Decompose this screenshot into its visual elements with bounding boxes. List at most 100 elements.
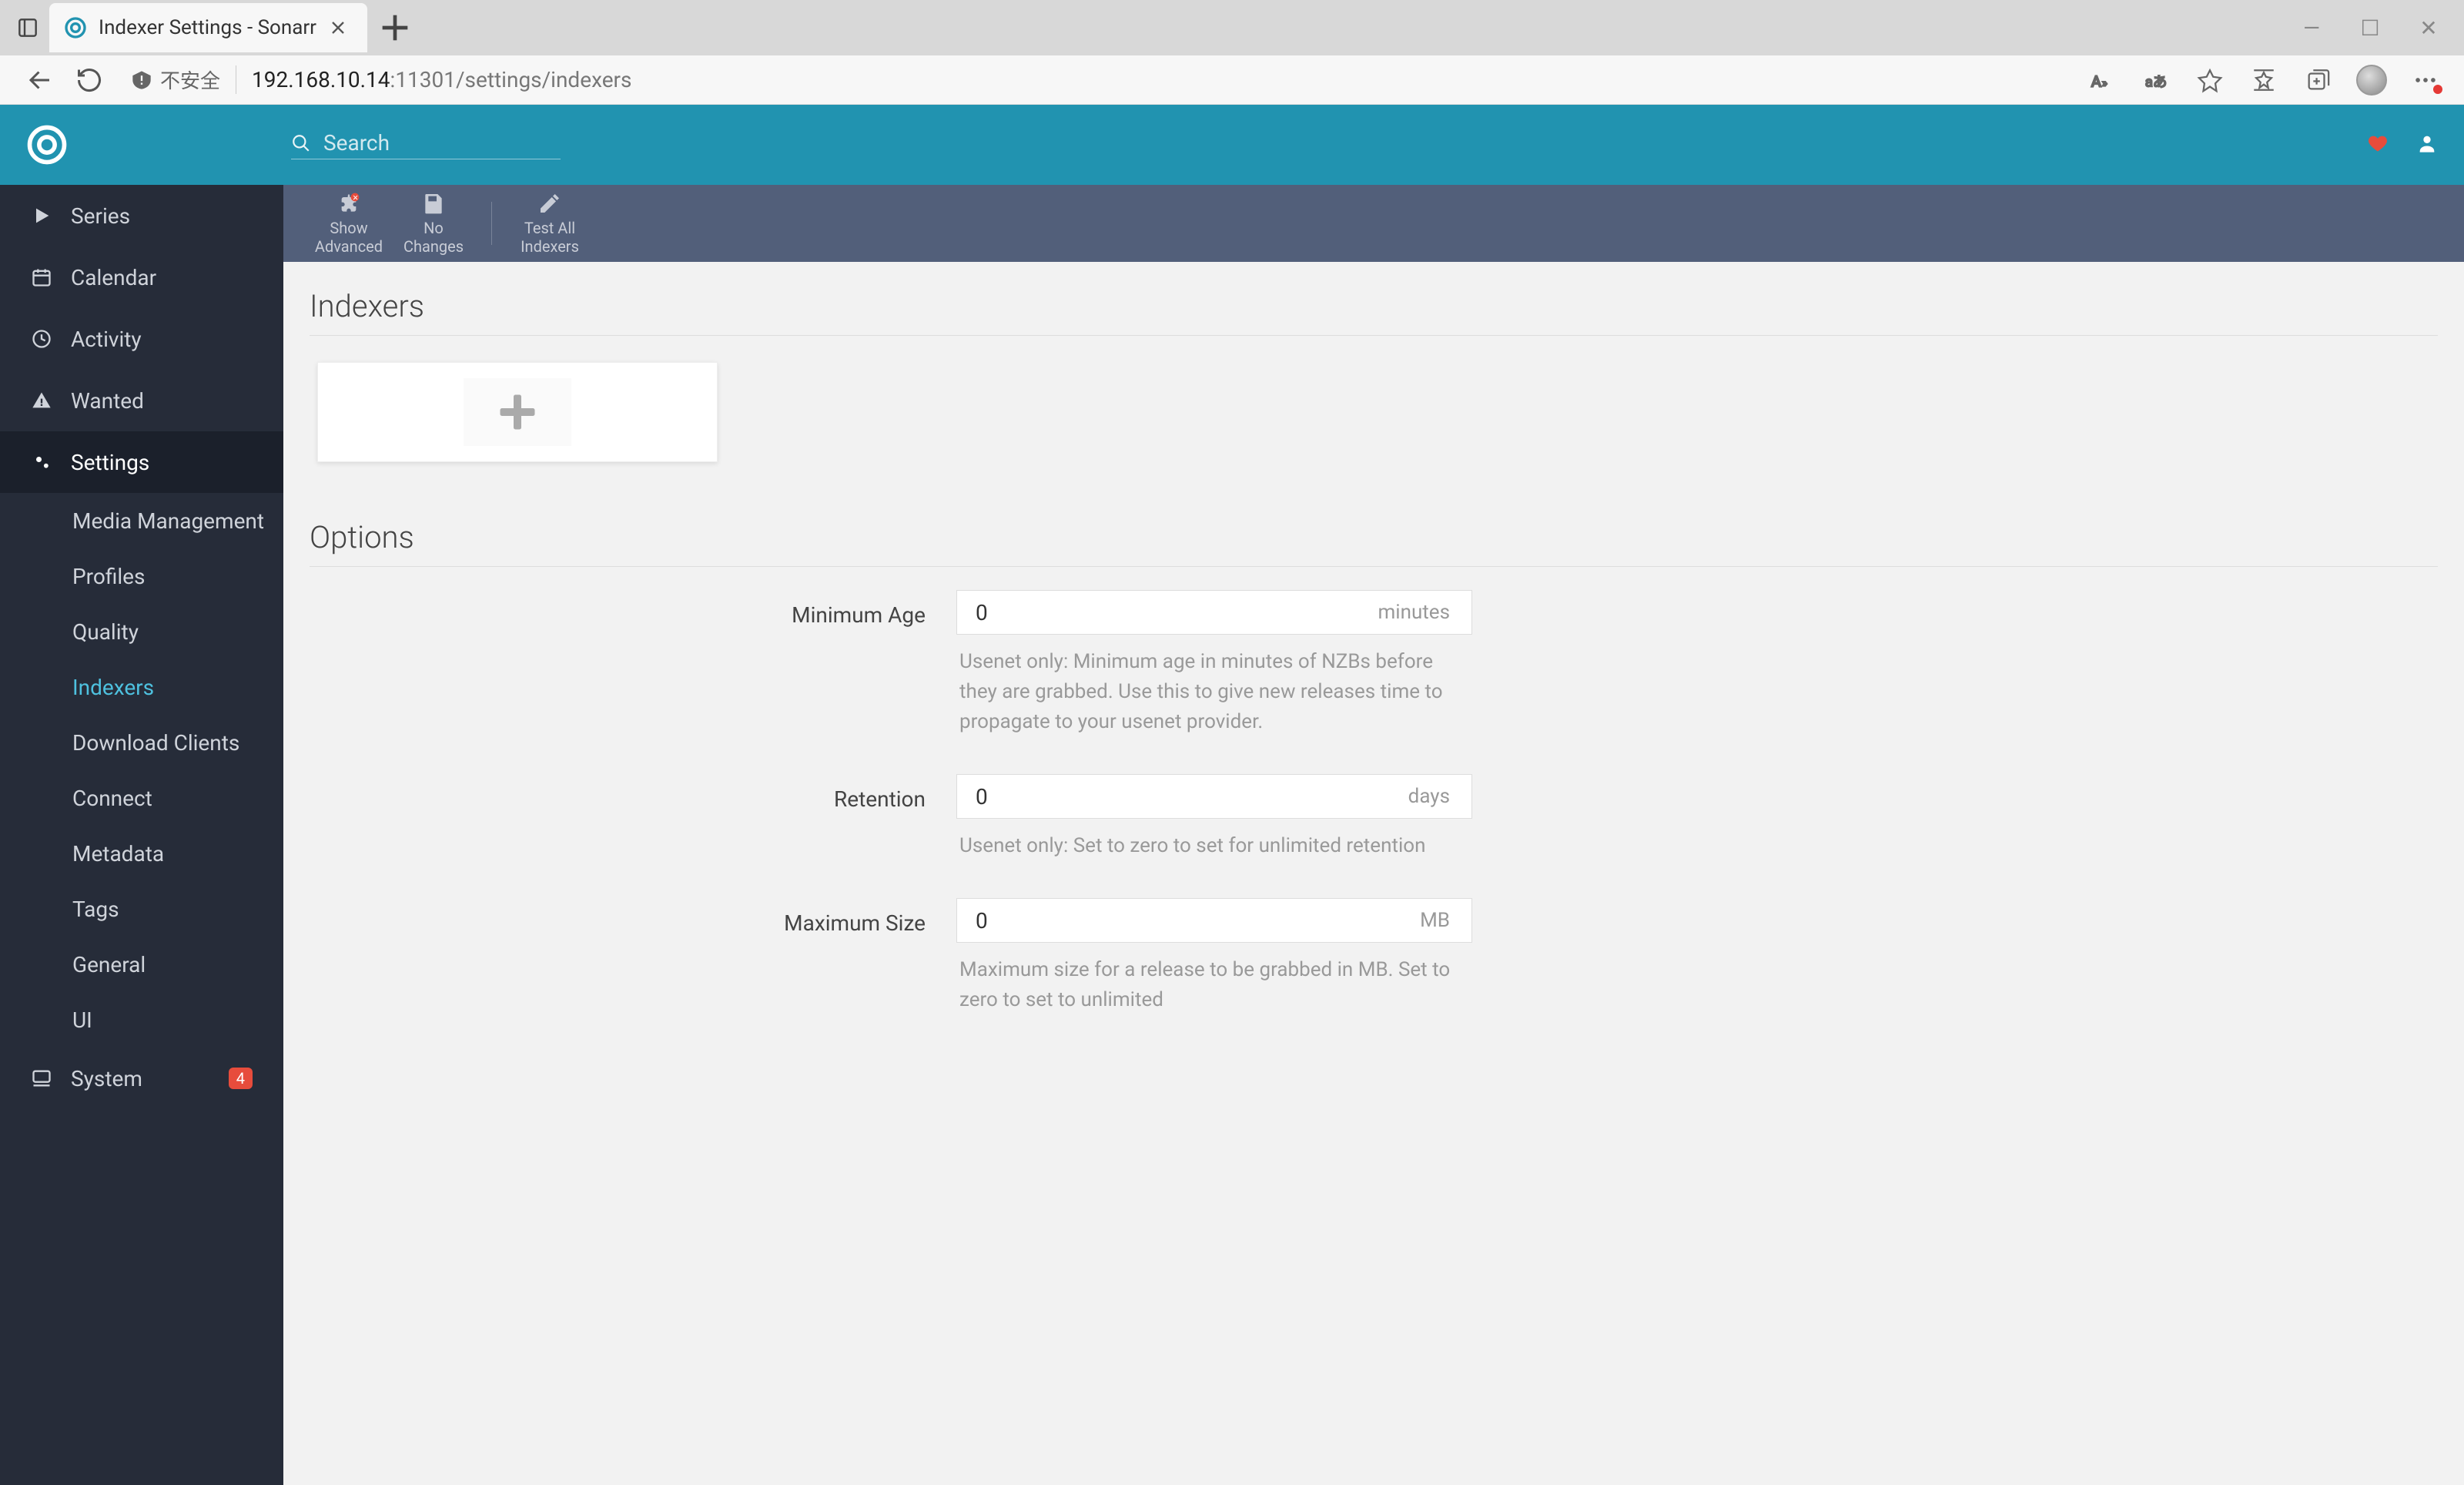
tool-label-l2: Indexers [521, 237, 579, 256]
pencil-icon [537, 191, 562, 216]
retention-input[interactable] [957, 775, 1387, 818]
content: ✕ Show Advanced No Changes Test All Inde… [283, 185, 2464, 1485]
sidebar-label: System [71, 1066, 142, 1091]
sidebar-sub-ui[interactable]: UI [0, 992, 283, 1048]
new-tab-button[interactable] [373, 6, 417, 49]
puzzle-icon: ✕ [336, 191, 361, 216]
unit-minutes: minutes [1356, 591, 1471, 634]
system-badge: 4 [229, 1068, 253, 1089]
header-right [2367, 132, 2438, 157]
sidebar-sub-tags[interactable]: Tags [0, 881, 283, 937]
search-wrap[interactable] [291, 130, 561, 159]
sidebar-sub-metadata[interactable]: Metadata [0, 826, 283, 881]
sidebar-label: Settings [71, 450, 149, 475]
monitor-icon [31, 1068, 52, 1089]
label-retention: Retention [310, 774, 956, 812]
collections-icon[interactable] [2302, 65, 2333, 96]
url-path: :11301/settings/indexers [390, 67, 632, 92]
close-window-button[interactable]: ✕ [2415, 15, 2442, 41]
sidebar-label: Wanted [71, 388, 144, 414]
menu-button[interactable] [2410, 65, 2441, 96]
sidebar-sub-media[interactable]: Media Management [0, 493, 283, 548]
browser-tab[interactable]: Indexer Settings - Sonarr [49, 3, 367, 52]
svg-text:aあ: aあ [2145, 74, 2167, 90]
maximum-size-input[interactable] [957, 899, 1398, 942]
sidebar-item-series[interactable]: Series [0, 185, 283, 246]
options-form: Minimum Age minutes Usenet only: Minimum… [310, 567, 2438, 1075]
sidebar-item-activity[interactable]: Activity [0, 308, 283, 370]
indexer-cards [310, 336, 2438, 501]
unit-days: days [1387, 775, 1471, 818]
row-maximum-size: Maximum Size MB Maximum size for a relea… [310, 898, 2438, 1038]
sidebar-sub-quality[interactable]: Quality [0, 604, 283, 659]
back-button[interactable] [15, 62, 65, 99]
donate-icon[interactable] [2367, 132, 2389, 157]
warning-icon [31, 390, 52, 411]
security-label: 不安全 [160, 65, 220, 94]
input-wrap-retention: days [956, 774, 1472, 819]
tab-actions-button[interactable] [6, 6, 49, 49]
address-bar: 不安全 192.168.10.14:11301/settings/indexer… [0, 55, 2464, 105]
tab-title: Indexer Settings - Sonarr [99, 16, 316, 39]
user-icon[interactable] [2416, 132, 2438, 157]
tool-label-l1: Test All [524, 219, 575, 237]
save-changes-button[interactable]: No Changes [391, 191, 476, 256]
test-all-button[interactable]: Test All Indexers [507, 191, 592, 256]
tool-label-l1: No [424, 219, 444, 237]
close-tab-button[interactable] [327, 17, 349, 39]
sonarr-favicon [63, 15, 88, 40]
search-icon [291, 133, 311, 153]
input-wrap-maximum-size: MB [956, 898, 1472, 943]
show-advanced-button[interactable]: ✕ Show Advanced [306, 191, 391, 256]
sidebar: Series Calendar Activity Wanted Settings… [0, 185, 283, 1485]
sidebar-item-calendar[interactable]: Calendar [0, 246, 283, 308]
svg-text:A: A [2091, 72, 2101, 90]
search-input[interactable] [323, 130, 539, 156]
label-maximum-size: Maximum Size [310, 898, 956, 936]
play-icon [31, 205, 52, 226]
add-indexer-card[interactable] [317, 362, 718, 462]
tool-label-l2: Advanced [315, 237, 383, 256]
sidebar-item-settings[interactable]: Settings [0, 431, 283, 493]
save-icon [421, 191, 446, 216]
minimum-age-input[interactable] [957, 591, 1356, 634]
add-inner [464, 378, 571, 446]
site-security[interactable]: 不安全 [123, 65, 236, 94]
label-minimum-age: Minimum Age [310, 590, 956, 628]
help-minimum-age: Usenet only: Minimum age in minutes of N… [956, 635, 1472, 760]
refresh-button[interactable] [65, 62, 114, 99]
sidebar-label: Series [71, 203, 130, 229]
unit-mb: MB [1398, 899, 1471, 942]
input-wrap-minimum-age: minutes [956, 590, 1472, 635]
sidebar-sub-indexers[interactable]: Indexers [0, 659, 283, 715]
favorite-icon[interactable] [2194, 65, 2225, 96]
url-box[interactable]: 不安全 192.168.10.14:11301/settings/indexer… [123, 62, 2077, 99]
browser-chrome: Indexer Settings - Sonarr — ☐ ✕ 不安全 [0, 0, 2464, 105]
window-controls: — ☐ ✕ [2298, 15, 2458, 41]
tab-bar: Indexer Settings - Sonarr — ☐ ✕ [0, 0, 2464, 55]
main: Series Calendar Activity Wanted Settings… [0, 185, 2464, 1485]
page-body: Indexers Options Minimum Age minutes [283, 262, 2464, 1091]
help-retention: Usenet only: Set to zero to set for unli… [956, 819, 1472, 884]
favorites-bar-icon[interactable] [2248, 65, 2279, 96]
plus-icon [494, 389, 541, 435]
translate-icon[interactable]: aあ [2141, 65, 2171, 96]
sidebar-item-system[interactable]: System 4 [0, 1048, 283, 1109]
section-title-options: Options [310, 508, 2438, 567]
sidebar-label: Calendar [71, 265, 156, 290]
minimize-button[interactable]: — [2298, 15, 2325, 41]
tool-label-l2: Changes [403, 237, 464, 256]
sidebar-sub-download[interactable]: Download Clients [0, 715, 283, 770]
toolbar-separator [491, 202, 492, 245]
sidebar-sub-profiles[interactable]: Profiles [0, 548, 283, 604]
clock-icon [31, 328, 52, 350]
sidebar-sub-connect[interactable]: Connect [0, 770, 283, 826]
sidebar-item-wanted[interactable]: Wanted [0, 370, 283, 431]
row-minimum-age: Minimum Age minutes Usenet only: Minimum… [310, 590, 2438, 760]
profile-avatar[interactable] [2356, 65, 2387, 96]
read-aloud-icon[interactable]: A» [2087, 65, 2118, 96]
sonarr-logo[interactable] [26, 124, 68, 166]
app-header [0, 105, 2464, 185]
sidebar-sub-general[interactable]: General [0, 937, 283, 992]
maximize-button[interactable]: ☐ [2356, 15, 2384, 41]
